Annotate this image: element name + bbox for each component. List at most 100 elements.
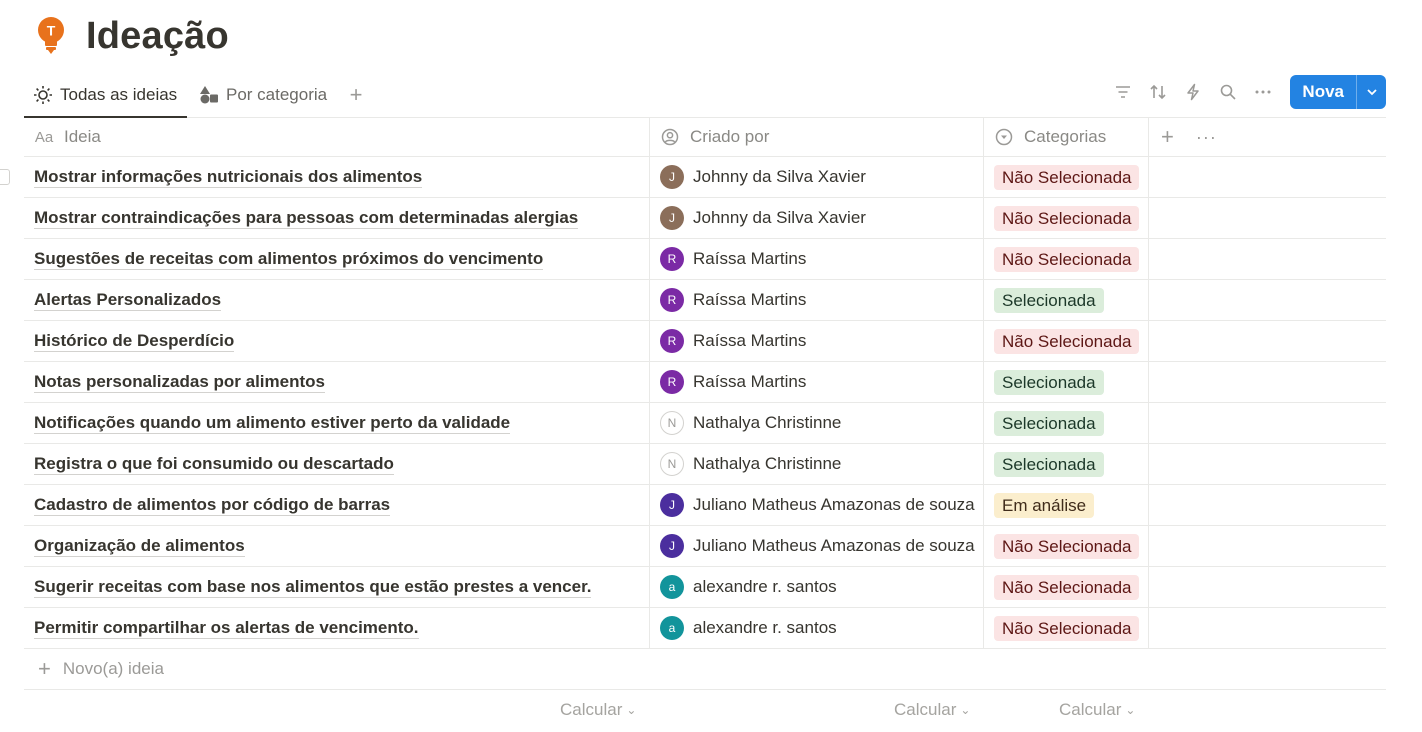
tab-todas-as-ideias[interactable]: Todas as ideias — [23, 72, 188, 118]
chevron-down-icon[interactable] — [1356, 75, 1386, 109]
add-new-row-button[interactable]: + Novo(a) ideia — [24, 649, 1386, 690]
add-view-button[interactable]: + — [346, 72, 366, 117]
cell-empty — [1149, 198, 1386, 238]
cell-categorias[interactable]: Selecionada — [984, 280, 1149, 320]
cell-categorias[interactable]: Não Selecionada — [984, 567, 1149, 607]
table-row[interactable]: Sugerir receitas com base nos alimentos … — [24, 567, 1386, 608]
cell-empty — [1149, 239, 1386, 279]
table-row[interactable]: Notas personalizadas por alimentos R Raíss… — [24, 362, 1386, 403]
cell-categorias[interactable]: Selecionada — [984, 403, 1149, 443]
idea-title[interactable]: Notificações quando um alimento estiver … — [34, 413, 511, 434]
cell-categorias[interactable]: Não Selecionada — [984, 157, 1149, 197]
idea-title[interactable]: Histórico de Desperdício — [34, 331, 235, 352]
author-name: Johnny da Silva Xavier — [693, 167, 866, 186]
avatar: J — [660, 534, 684, 558]
cell-criado-por[interactable]: J Juliano Matheus Amazonas de souza — [650, 526, 984, 566]
add-property-icon[interactable]: + — [1161, 124, 1174, 150]
calculate-label: Calcular — [560, 700, 623, 719]
table-body: Mostrar informações nutricionais dos ali… — [0, 157, 1386, 649]
cell-ideia[interactable]: Notificações quando um alimento estiver … — [24, 403, 650, 443]
idea-title[interactable]: Sugerir receitas com base nos alimentos … — [34, 577, 592, 598]
cell-criado-por[interactable]: J Juliano Matheus Amazonas de souza — [650, 485, 984, 525]
cell-categorias[interactable]: Selecionada — [984, 444, 1149, 484]
cell-ideia[interactable]: Alertas Personalizados — [24, 280, 650, 320]
table-row[interactable]: Registra o que foi consumido ou descarta… — [24, 444, 1386, 485]
cell-ideia[interactable]: Histórico de Desperdício — [24, 321, 650, 361]
cell-criado-por[interactable]: J Johnny da Silva Xavier — [650, 157, 984, 197]
idea-title[interactable]: Notas personalizadas por alimentos — [34, 372, 325, 393]
avatar: J — [660, 165, 684, 189]
table-row[interactable]: Mostrar contraindicações para pessoas co… — [24, 198, 1386, 239]
column-header-categorias[interactable]: Categorias — [984, 118, 1149, 156]
cell-categorias[interactable]: Não Selecionada — [984, 198, 1149, 238]
avatar: a — [660, 616, 684, 640]
calculate-criado-por[interactable]: Calcular ⌄ — [560, 700, 636, 720]
cell-criado-por[interactable]: N Nathalya Christinne — [650, 403, 984, 443]
idea-title[interactable]: Mostrar contraindicações para pessoas co… — [34, 208, 579, 229]
more-icon[interactable] — [1245, 77, 1280, 107]
cell-ideia[interactable]: Permitir compartilhar os alertas de venc… — [24, 608, 650, 648]
page-header: T Ideação — [34, 12, 229, 60]
filter-icon[interactable] — [1105, 77, 1140, 107]
sort-icon[interactable] — [1140, 77, 1175, 107]
column-header-ideia[interactable]: Aa Ideia — [24, 118, 650, 156]
more-icon[interactable]: ··· — [1196, 127, 1217, 148]
idea-title[interactable]: Permitir compartilhar os alertas de venc… — [34, 618, 419, 639]
cell-categorias[interactable]: Não Selecionada — [984, 608, 1149, 648]
table-row[interactable]: Cadastro de alimentos por código de barr… — [24, 485, 1386, 526]
cell-ideia[interactable]: Notas personalizadas por alimentos — [24, 362, 650, 402]
table-row[interactable]: Notificações quando um alimento estiver … — [24, 403, 1386, 444]
column-header-label: Criado por — [690, 127, 770, 146]
cell-ideia[interactable]: Mostrar contraindicações para pessoas co… — [24, 198, 650, 238]
idea-title[interactable]: Cadastro de alimentos por código de barr… — [34, 495, 391, 516]
idea-title[interactable]: Sugestões de receitas com alimentos próx… — [34, 249, 544, 270]
cell-categorias[interactable]: Não Selecionada — [984, 239, 1149, 279]
cell-criado-por[interactable]: R Raíssa Martins — [650, 280, 984, 320]
automation-icon[interactable] — [1175, 77, 1210, 107]
cell-criado-por[interactable]: J Johnny da Silva Xavier — [650, 198, 984, 238]
cell-categorias[interactable]: Não Selecionada — [984, 321, 1149, 361]
column-header-label: Ideia — [64, 127, 101, 146]
cell-ideia[interactable]: Cadastro de alimentos por código de barr… — [24, 485, 650, 525]
avatar: J — [660, 206, 684, 230]
cell-criado-por[interactable]: R Raíssa Martins — [650, 239, 984, 279]
table-row[interactable]: Organização de alimentos J Juliano Matheus… — [24, 526, 1386, 567]
table-row[interactable]: Mostrar informações nutricionais dos ali… — [0, 157, 1386, 198]
cell-categorias[interactable]: Em análise — [984, 485, 1149, 525]
calculate-label: Calcular — [894, 700, 957, 719]
author-name: Nathalya Christinne — [693, 413, 842, 432]
tab-label: Todas as ideias — [60, 84, 178, 104]
cell-criado-por[interactable]: R Raíssa Martins — [650, 321, 984, 361]
new-button-main[interactable]: Nova — [1290, 75, 1356, 109]
calculate-extra[interactable]: Calcular ⌄ — [1059, 700, 1135, 720]
calculate-categorias[interactable]: Calcular ⌄ — [894, 700, 970, 720]
cell-ideia[interactable]: Registra o que foi consumido ou descarta… — [24, 444, 650, 484]
table-row[interactable]: Alertas Personalizados R Raíssa Martins Sel… — [24, 280, 1386, 321]
cell-criado-por[interactable]: N Nathalya Christinne — [650, 444, 984, 484]
row-checkbox[interactable] — [0, 169, 10, 185]
cell-categorias[interactable]: Não Selecionada — [984, 526, 1149, 566]
column-actions: + ··· — [1149, 118, 1386, 156]
idea-title[interactable]: Registra o que foi consumido ou descarta… — [34, 454, 394, 475]
cell-ideia[interactable]: Sugestões de receitas com alimentos próx… — [24, 239, 650, 279]
database-toolbar: Nova — [1105, 75, 1386, 109]
cell-ideia[interactable]: Organização de alimentos — [24, 526, 650, 566]
cell-criado-por[interactable]: R Raíssa Martins — [650, 362, 984, 402]
idea-title[interactable]: Organização de alimentos — [34, 536, 245, 557]
tab-por-categoria[interactable]: Por categoria — [198, 72, 327, 117]
table-row[interactable]: Permitir compartilhar os alertas de venc… — [24, 608, 1386, 649]
search-icon[interactable] — [1210, 77, 1245, 107]
idea-title[interactable]: Mostrar informações nutricionais dos ali… — [34, 167, 423, 188]
idea-title[interactable]: Alertas Personalizados — [34, 290, 222, 311]
cell-ideia[interactable]: Mostrar informações nutricionais dos ali… — [24, 157, 650, 197]
column-header-criado-por[interactable]: Criado por — [650, 118, 984, 156]
cell-criado-por[interactable]: a alexandre r. santos — [650, 567, 984, 607]
view-tabs-bar: Todas as ideias Por categoria + Nova — [23, 72, 1386, 118]
cell-categorias[interactable]: Selecionada — [984, 362, 1149, 402]
table-row[interactable]: Histórico de Desperdício R Raíssa Martins N… — [24, 321, 1386, 362]
cell-ideia[interactable]: Sugerir receitas com base nos alimentos … — [24, 567, 650, 607]
calculate-label: Calcular — [1059, 700, 1122, 719]
table-row[interactable]: Sugestões de receitas com alimentos próx… — [24, 239, 1386, 280]
lightbulb-t-icon[interactable]: T — [34, 16, 68, 56]
cell-criado-por[interactable]: a alexandre r. santos — [650, 608, 984, 648]
